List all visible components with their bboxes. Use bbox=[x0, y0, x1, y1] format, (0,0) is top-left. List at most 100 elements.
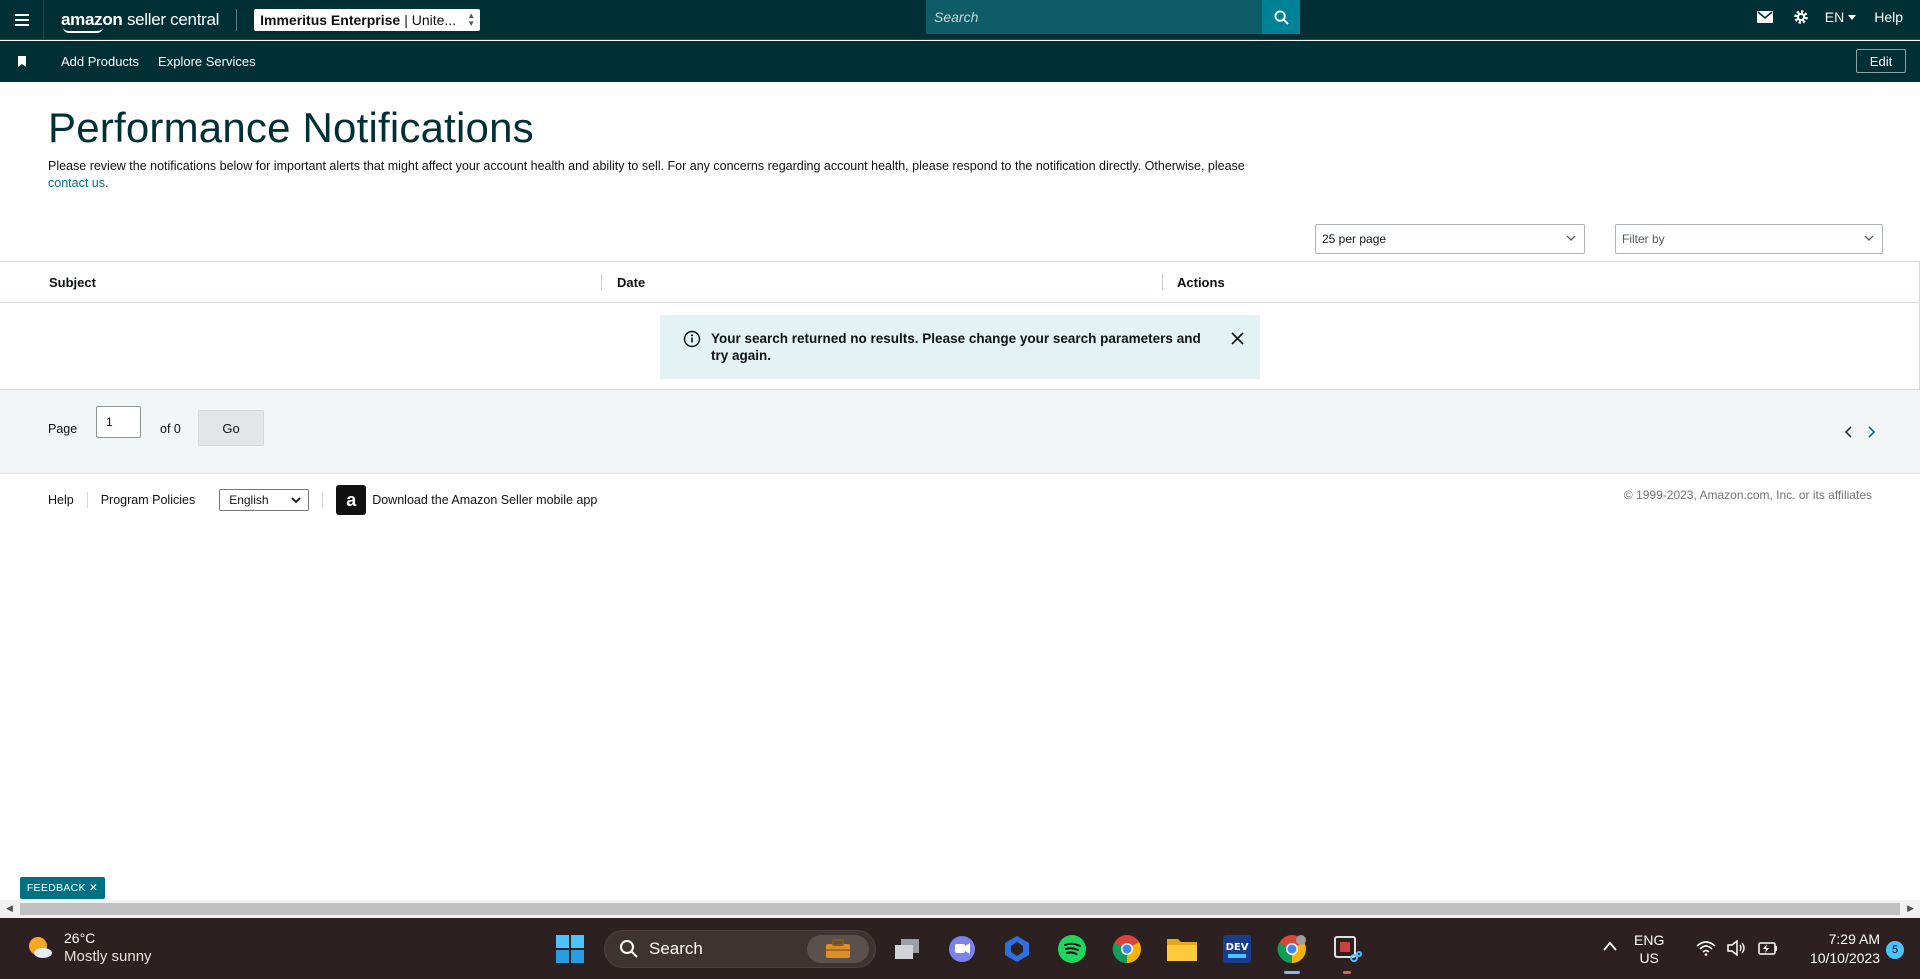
footer-divider bbox=[322, 492, 324, 508]
page-description: Please review the notifications below fo… bbox=[48, 158, 1248, 192]
help-link[interactable]: Help bbox=[1874, 9, 1903, 25]
weather-text: 26°C Mostly sunny bbox=[64, 929, 152, 966]
chevron-down-icon bbox=[1864, 235, 1874, 241]
temperature: 26°C bbox=[64, 930, 96, 946]
wifi-icon bbox=[1696, 941, 1716, 956]
no-results-alert: Your search returned no results. Please … bbox=[660, 315, 1260, 379]
system-icons[interactable] bbox=[1696, 940, 1778, 956]
account-region: | Unite... bbox=[404, 11, 457, 28]
spotify-icon[interactable] bbox=[1055, 932, 1089, 966]
settings-button[interactable] bbox=[1783, 9, 1819, 25]
footer-program-policies-link[interactable]: Program Policies bbox=[101, 493, 195, 507]
chevron-up-icon[interactable] bbox=[1602, 940, 1618, 952]
search-button[interactable] bbox=[1262, 0, 1300, 34]
next-page-icon[interactable] bbox=[1866, 426, 1876, 438]
contact-us-link[interactable]: contact us bbox=[48, 176, 105, 190]
page-total-label: of 0 bbox=[160, 422, 181, 436]
pagination-bar: Page 1 of 0 Go bbox=[0, 390, 1920, 474]
edit-button[interactable]: Edit bbox=[1856, 49, 1906, 73]
copyright-text: © 1999-2023, Amazon.com, Inc. or its aff… bbox=[1623, 488, 1872, 502]
windows-taskbar: 26°C Mostly sunny Search DEV ENG US 7:29… bbox=[0, 918, 1920, 979]
top-navigation-bar: amazon seller central Immeritus Enterpri… bbox=[0, 0, 1920, 40]
notification-badge[interactable]: 5 bbox=[1886, 941, 1904, 959]
close-icon[interactable]: ✕ bbox=[89, 882, 98, 894]
taskbar-search-label: Search bbox=[649, 939, 703, 958]
footer-help-link[interactable]: Help bbox=[48, 493, 74, 507]
column-divider bbox=[1162, 274, 1163, 290]
taskbar-search[interactable]: Search bbox=[604, 930, 876, 968]
footer-language-select[interactable]: English bbox=[219, 489, 310, 511]
taskbar-clock[interactable]: 7:29 AM 10/10/2023 bbox=[1788, 930, 1880, 968]
logo-text: seller central bbox=[126, 9, 220, 29]
info-icon bbox=[683, 330, 701, 348]
column-header-subject[interactable]: Subject bbox=[49, 275, 96, 290]
language-line-1: ENG bbox=[1634, 932, 1665, 948]
scrollbar-thumb[interactable] bbox=[20, 903, 1900, 915]
feedback-label: FEEDBACK bbox=[26, 882, 86, 894]
hamburger-menu-button[interactable] bbox=[0, 0, 44, 40]
notifications-table: Subject Date Actions Your search returne… bbox=[0, 261, 1920, 390]
previous-page-icon[interactable] bbox=[1844, 426, 1854, 438]
scroll-right-arrow-icon[interactable]: ▶ bbox=[1907, 903, 1914, 914]
account-name: Immeritus Enterprise bbox=[260, 11, 401, 28]
description-text: Please review the notifications below fo… bbox=[48, 159, 1245, 173]
mail-icon bbox=[1756, 11, 1773, 23]
svg-text:DEV: DEV bbox=[1226, 942, 1249, 953]
column-header-actions: Actions bbox=[1177, 275, 1225, 290]
scroll-left-arrow-icon[interactable]: ◀ bbox=[6, 903, 13, 914]
gear-icon bbox=[1794, 10, 1808, 24]
go-button[interactable]: Go bbox=[198, 410, 264, 446]
amazon-smile-icon bbox=[63, 27, 103, 33]
file-explorer-icon[interactable] bbox=[1165, 932, 1199, 966]
task-view-icon[interactable] bbox=[890, 932, 924, 966]
footer-divider bbox=[86, 492, 88, 508]
logo-brand: amazon bbox=[61, 9, 123, 29]
filter-select[interactable]: Filter by bbox=[1615, 224, 1883, 254]
download-app-link[interactable]: Download the Amazon Seller mobile app bbox=[372, 493, 597, 507]
weather-widget[interactable]: 26°C Mostly sunny bbox=[26, 929, 152, 966]
battery-icon bbox=[1758, 942, 1777, 955]
page-footer: Help Program Policies English a Download… bbox=[0, 475, 1920, 525]
search-icon bbox=[1274, 9, 1289, 25]
up-down-arrows-icon: ▲ ▼ bbox=[467, 10, 476, 28]
teams-chat-icon[interactable] bbox=[945, 932, 979, 966]
chevron-down-icon bbox=[1566, 235, 1576, 241]
active-app-indicator bbox=[1284, 971, 1300, 974]
copilot-icon[interactable] bbox=[1000, 932, 1034, 966]
nav-explore-services[interactable]: Explore Services bbox=[158, 54, 256, 69]
search-input[interactable]: Search bbox=[926, 0, 1263, 34]
language-selector[interactable]: EN bbox=[1824, 9, 1857, 25]
column-header-date[interactable]: Date bbox=[617, 275, 645, 290]
divider bbox=[236, 8, 238, 31]
snipping-tool-icon[interactable] bbox=[1330, 932, 1364, 974]
close-icon[interactable] bbox=[1231, 332, 1244, 345]
windows-start-icon[interactable] bbox=[556, 935, 584, 963]
per-page-select[interactable]: 25 per page bbox=[1315, 224, 1585, 254]
global-search: Search bbox=[926, 0, 1300, 34]
input-language-indicator[interactable]: ENG US bbox=[1634, 931, 1664, 967]
chrome-profile-icon[interactable] bbox=[1275, 932, 1309, 974]
seller-central-logo[interactable]: amazon seller central bbox=[61, 9, 220, 33]
chevron-down-icon bbox=[291, 497, 301, 504]
bookmarks-button[interactable] bbox=[0, 56, 44, 67]
horizontal-scrollbar[interactable]: ◀ ▶ bbox=[0, 900, 1920, 918]
chrome-icon[interactable] bbox=[1110, 932, 1144, 966]
table-header: Subject Date Actions bbox=[0, 262, 1919, 303]
feedback-button[interactable]: FEEDBACK ✕ bbox=[20, 877, 105, 899]
language-code: EN bbox=[1824, 9, 1845, 25]
briefcase-icon bbox=[807, 935, 869, 963]
caret-down-icon bbox=[1848, 14, 1857, 20]
account-selector[interactable]: Immeritus Enterprise | Unite... ▲ ▼ bbox=[254, 8, 481, 31]
per-page-value: 25 per page bbox=[1322, 232, 1387, 246]
clock-time: 7:29 AM bbox=[1828, 931, 1880, 947]
bookmark-icon bbox=[18, 56, 26, 67]
messages-button[interactable] bbox=[1747, 11, 1783, 23]
nav-add-products[interactable]: Add Products bbox=[61, 54, 139, 69]
page-number-input[interactable]: 1 bbox=[96, 406, 141, 438]
search-icon bbox=[620, 940, 638, 958]
footer-language-value: English bbox=[229, 493, 269, 507]
column-divider bbox=[601, 274, 602, 290]
amazon-app-icon[interactable]: a bbox=[336, 485, 367, 515]
dev-app-icon[interactable]: DEV bbox=[1220, 932, 1254, 966]
page-label: Page bbox=[48, 422, 78, 436]
